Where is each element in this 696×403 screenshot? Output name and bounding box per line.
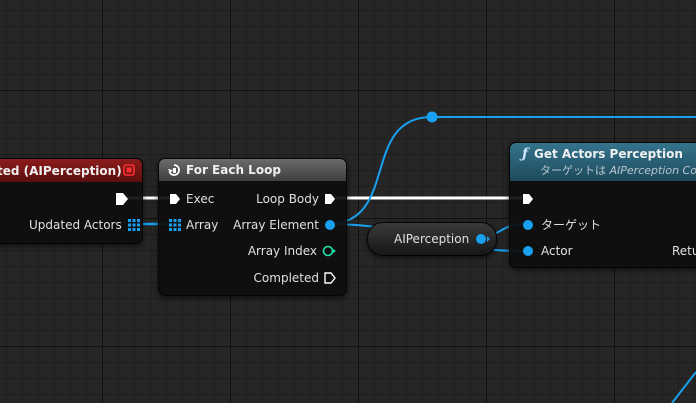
exec-in-pin-icon[interactable] xyxy=(169,193,181,205)
loop-pin-array-element[interactable]: Array Element xyxy=(233,217,336,233)
get-actors-pin-return[interactable]: Retu xyxy=(672,243,696,259)
get-actors-perception-node[interactable]: ƒ Get Actors Perception ターゲットは AIPercept… xyxy=(509,142,696,268)
loop-pin-array-element-label: Array Element xyxy=(233,218,319,232)
int-out-pin-icon[interactable] xyxy=(322,245,336,257)
event-pin-updated-actors[interactable]: Updated Actors xyxy=(29,217,140,233)
object-out-pin-icon[interactable] xyxy=(324,219,336,231)
object-wire-return-out xyxy=(671,371,696,403)
function-icon: ƒ xyxy=(522,146,529,162)
loop-pin-completed[interactable]: Completed xyxy=(254,270,336,286)
get-actors-pin-target-label: ターゲット xyxy=(541,218,602,232)
event-node-perception-updated[interactable]: ted (AIPerception) Updated Actors xyxy=(0,158,143,244)
get-actors-pin-actor-label: Actor xyxy=(541,244,573,258)
loop-pin-loop-body[interactable]: Loop Body xyxy=(256,191,336,207)
variable-out-pin-icon[interactable] xyxy=(475,233,491,245)
variable-pin[interactable]: AIPerception xyxy=(394,231,491,247)
event-node-title: ted (AIPerception) xyxy=(0,163,122,178)
variable-label: AIPerception xyxy=(394,232,470,246)
loop-pin-array-index[interactable]: Array Index xyxy=(248,243,336,259)
loop-pin-completed-label: Completed xyxy=(253,271,319,285)
loop-pin-exec[interactable]: Exec xyxy=(169,191,214,207)
event-node-header: ted (AIPerception) xyxy=(0,159,142,182)
loop-pin-exec-label: Exec xyxy=(186,192,215,206)
exec-out-pin-icon[interactable] xyxy=(324,193,336,205)
event-pin-updated-actors-label: Updated Actors xyxy=(29,218,122,232)
reroute-node[interactable] xyxy=(426,111,438,123)
aiperception-variable-node[interactable]: AIPerception xyxy=(367,222,497,256)
get-actors-perception-subtitle: ターゲットは AIPerception Co xyxy=(540,162,696,178)
get-actors-pin-target[interactable]: ターゲット xyxy=(522,217,601,233)
loop-pin-array[interactable]: Array xyxy=(169,217,218,233)
get-actors-pin-return-label: Retu xyxy=(672,244,696,258)
exec-out-hollow-pin-icon[interactable] xyxy=(324,272,336,284)
loop-pin-array-label: Array xyxy=(186,218,219,232)
get-actors-perception-title: Get Actors Perception xyxy=(534,147,683,161)
array-pin-icon[interactable] xyxy=(127,219,140,231)
subtitle-target: AIPerception Co xyxy=(609,164,696,177)
subtitle-prefix: ターゲットは xyxy=(540,164,606,177)
array-in-pin-icon[interactable] xyxy=(169,219,181,231)
get-actors-perception-header: ƒ Get Actors Perception ターゲットは AIPercept… xyxy=(510,143,696,181)
delegate-pin-icon[interactable] xyxy=(123,164,135,176)
for-each-loop-title: For Each Loop xyxy=(186,163,281,177)
loop-pin-array-index-label: Array Index xyxy=(247,244,317,258)
actor-in-pin-icon[interactable] xyxy=(522,245,534,257)
target-in-pin-icon[interactable] xyxy=(522,219,534,231)
for-each-loop-node[interactable]: For Each Loop Exec Array Loop Body Array… xyxy=(158,158,347,296)
event-exec-out-pin[interactable] xyxy=(115,192,129,206)
get-actors-exec-in-pin[interactable] xyxy=(522,193,534,205)
loop-pin-loop-body-label: Loop Body xyxy=(256,192,319,206)
loop-macro-icon xyxy=(168,164,180,176)
get-actors-pin-actor[interactable]: Actor xyxy=(522,243,573,259)
for-each-loop-header: For Each Loop xyxy=(159,159,346,181)
